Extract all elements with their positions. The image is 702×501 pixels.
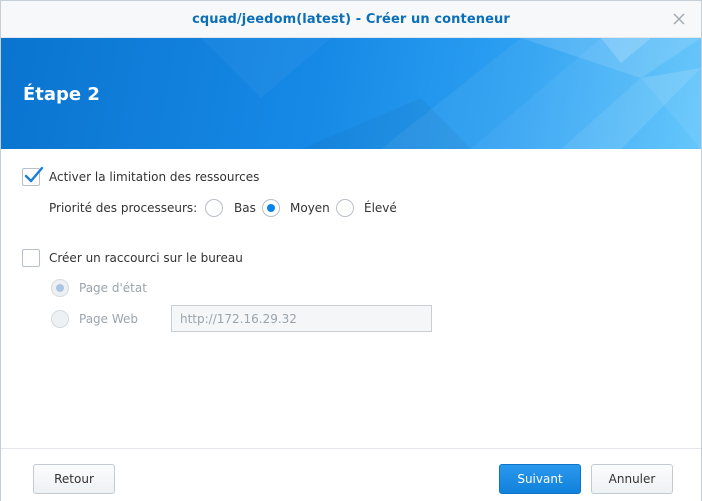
cpu-priority-low-label: Bas xyxy=(234,201,256,215)
step-title: Étape 2 xyxy=(23,84,100,105)
desktop-shortcut-label: Créer un raccourci sur le bureau xyxy=(49,251,243,265)
web-page-url-input[interactable]: http://172.16.29.32 xyxy=(171,305,432,332)
close-button[interactable] xyxy=(669,9,689,29)
desktop-shortcut-checkbox[interactable] xyxy=(22,249,40,267)
web-page-label: Page Web xyxy=(79,312,139,326)
cpu-priority-high-label: Élevé xyxy=(364,201,397,215)
next-button[interactable]: Suivant xyxy=(499,464,581,494)
banner-pattern-graphic xyxy=(201,38,701,149)
cpu-priority-high-radio[interactable] xyxy=(336,199,354,217)
step-banner: Étape 2 xyxy=(1,38,701,149)
resource-limit-label: Activer la limitation des ressources xyxy=(49,170,260,184)
dialog-title: cquad/jeedom(latest) - Créer un conteneu… xyxy=(192,12,510,27)
cpu-priority-low-radio[interactable] xyxy=(205,199,223,217)
cpu-priority-label: Priorité des processeurs: xyxy=(49,201,198,215)
cancel-button[interactable]: Annuler xyxy=(591,464,673,494)
create-container-dialog: cquad/jeedom(latest) - Créer un conteneu… xyxy=(0,0,702,501)
back-button[interactable]: Retour xyxy=(33,464,115,494)
title-bar: cquad/jeedom(latest) - Créer un conteneu… xyxy=(1,1,701,38)
resource-limit-checkbox[interactable] xyxy=(22,166,44,186)
cpu-priority-medium-radio[interactable] xyxy=(262,199,280,217)
status-page-label: Page d'état xyxy=(79,281,147,295)
web-page-radio[interactable] xyxy=(51,310,69,328)
status-page-radio[interactable] xyxy=(51,279,69,297)
close-icon xyxy=(673,13,685,25)
checkmark-icon xyxy=(24,166,44,183)
cpu-priority-medium-label: Moyen xyxy=(290,201,330,215)
